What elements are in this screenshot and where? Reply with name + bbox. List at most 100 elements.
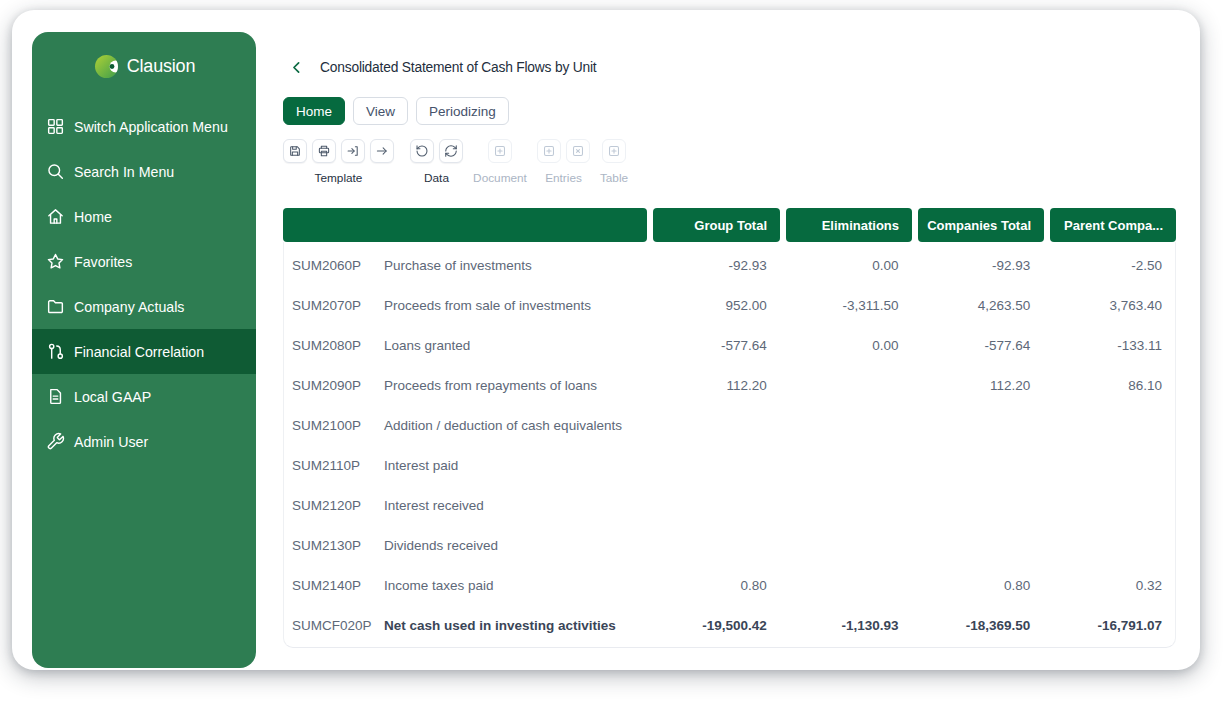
document-icon: [46, 387, 65, 406]
sidebar-item-company-actuals[interactable]: Company Actuals: [32, 284, 256, 329]
logo: Clausion: [32, 53, 256, 80]
tab-view[interactable]: View: [353, 97, 408, 125]
row-code: SUM2080P: [284, 338, 384, 353]
table-row-sum2090p[interactable]: SUM2090PProceeds from repayments of loan…: [284, 365, 1175, 405]
document-add-square-button: [488, 139, 512, 163]
sidebar-item-admin-user[interactable]: Admin User: [32, 419, 256, 464]
row-value: 0.80: [653, 578, 780, 593]
toolbar: Template Data Document Entries Table: [283, 139, 983, 194]
back-button[interactable]: [288, 59, 305, 76]
sidebar-item-financial-correlation[interactable]: Financial Correlation: [32, 329, 256, 374]
folder-icon: [46, 297, 65, 316]
toolbar-group-label: Table: [600, 171, 628, 185]
table-row-sum2120p[interactable]: SUM2120PInterest received: [284, 485, 1175, 525]
sidebar-item-local-gaap[interactable]: Local GAAP: [32, 374, 256, 419]
remove-square-icon: [571, 144, 585, 158]
row-value: 112.20: [918, 378, 1044, 393]
data-table: Group TotalEliminationsCompanies TotalPa…: [283, 208, 1176, 648]
row-value: -2.50: [1049, 258, 1175, 273]
template-import-button[interactable]: [341, 139, 365, 163]
row-code: SUM2110P: [284, 458, 384, 473]
sidebar-item-favorites[interactable]: Favorites: [32, 239, 256, 284]
table-row-sum2140p[interactable]: SUM2140PIncome taxes paid 0.80 0.80 0.32: [284, 565, 1175, 605]
template-arrow-right-button[interactable]: [370, 139, 394, 163]
sidebar-item-switch-application-menu[interactable]: Switch Application Menu: [32, 104, 256, 149]
row-description: Purchase of investments: [384, 258, 532, 273]
undo-icon: [415, 144, 429, 158]
table-row-sum2060p[interactable]: SUM2060PPurchase of investments-92.930.0…: [284, 245, 1175, 285]
toolbar-group-label: Template: [315, 171, 363, 185]
sidebar-item-label: Switch Application Menu: [74, 119, 228, 135]
page-header: Consolidated Statement of Cash Flows by …: [288, 59, 596, 76]
row-value: 112.20: [653, 378, 780, 393]
row-code: SUM2120P: [284, 498, 384, 513]
row-description: Addition / deduction of cash equivalents: [384, 418, 622, 433]
template-print-button[interactable]: [312, 139, 336, 163]
row-value: 0.00: [786, 258, 912, 273]
row-value: -92.93: [918, 258, 1044, 273]
table-row-sum2080p[interactable]: SUM2080PLoans granted-577.640.00-577.64-…: [284, 325, 1175, 365]
column-header-parent-compa: Parent Compa...: [1050, 208, 1176, 242]
table-add-square-button: [602, 139, 626, 163]
row-value: 0.32: [1049, 578, 1175, 593]
row-description: Proceeds from sale of investments: [384, 298, 591, 313]
toolbar-group-label: Document: [473, 171, 527, 185]
row-description: Interest received: [384, 498, 484, 513]
row-description: Income taxes paid: [384, 578, 494, 593]
data-redo-button[interactable]: [439, 139, 463, 163]
toolbar-group-template: Template: [283, 139, 394, 163]
app-window: Clausion Switch Application Menu Search I…: [12, 10, 1200, 670]
toolbar-group-label: Data: [424, 171, 449, 185]
page-title: Consolidated Statement of Cash Flows by …: [320, 60, 596, 75]
row-value: -19,500.42: [653, 618, 780, 633]
row-value: 0.80: [918, 578, 1044, 593]
row-value: -18,369.50: [918, 618, 1044, 633]
toolbar-group-document: Document: [488, 139, 512, 163]
row-code: SUM2090P: [284, 378, 384, 393]
row-description: Interest paid: [384, 458, 458, 473]
add-square-icon: [607, 144, 621, 158]
sidebar-item-label: Local GAAP: [74, 389, 151, 405]
sidebar-item-home[interactable]: Home: [32, 194, 256, 239]
tab-home[interactable]: Home: [283, 97, 345, 125]
search-icon: [46, 162, 65, 181]
clausion-logo-icon: [93, 53, 120, 80]
row-value: 952.00: [653, 298, 780, 313]
row-code: SUM2130P: [284, 538, 384, 553]
sidebar-item-label: Financial Correlation: [74, 344, 204, 360]
column-header-group-total: Group Total: [653, 208, 780, 242]
row-description: Dividends received: [384, 538, 498, 553]
table-row-sumcf020p[interactable]: SUMCF020PNet cash used in investing acti…: [284, 605, 1175, 645]
tab-periodizing[interactable]: Periodizing: [416, 97, 509, 125]
table-row-sum2130p[interactable]: SUM2130PDividends received: [284, 525, 1175, 565]
table-row-sum2100p[interactable]: SUM2100PAddition / deduction of cash equ…: [284, 405, 1175, 445]
correlation-icon: [46, 342, 65, 361]
sidebar-item-label: Favorites: [74, 254, 132, 270]
sidebar-item-search-in-menu[interactable]: Search In Menu: [32, 149, 256, 194]
column-header-companies-total: Companies Total: [918, 208, 1044, 242]
table-row-sum2110p[interactable]: SUM2110PInterest paid: [284, 445, 1175, 485]
table-row-sum2070p[interactable]: SUM2070PProceeds from sale of investment…: [284, 285, 1175, 325]
sidebar-item-label: Home: [74, 209, 112, 225]
import-icon: [346, 144, 360, 158]
save-icon: [288, 144, 302, 158]
template-save-button[interactable]: [283, 139, 307, 163]
data-undo-button[interactable]: [410, 139, 434, 163]
redo-icon: [444, 144, 458, 158]
toolbar-group-label: Entries: [545, 171, 582, 185]
row-value: -92.93: [653, 258, 780, 273]
star-icon: [46, 252, 65, 271]
row-code: SUMCF020P: [284, 618, 384, 633]
toolbar-group-entries: Entries: [537, 139, 590, 163]
toolbar-group-table: Table: [602, 139, 626, 163]
row-value: -577.64: [918, 338, 1044, 353]
row-value: 86.10: [1049, 378, 1175, 393]
sidebar-item-label: Search In Menu: [74, 164, 174, 180]
arrow-right-icon: [375, 144, 389, 158]
home-icon: [46, 207, 65, 226]
entries-add-square-button: [537, 139, 561, 163]
sidebar-menu: Switch Application Menu Search In Menu Hom…: [32, 104, 256, 464]
table-body: SUM2060PPurchase of investments-92.930.0…: [283, 242, 1176, 648]
row-description: Net cash used in investing activities: [384, 618, 616, 633]
row-code: SUM2140P: [284, 578, 384, 593]
